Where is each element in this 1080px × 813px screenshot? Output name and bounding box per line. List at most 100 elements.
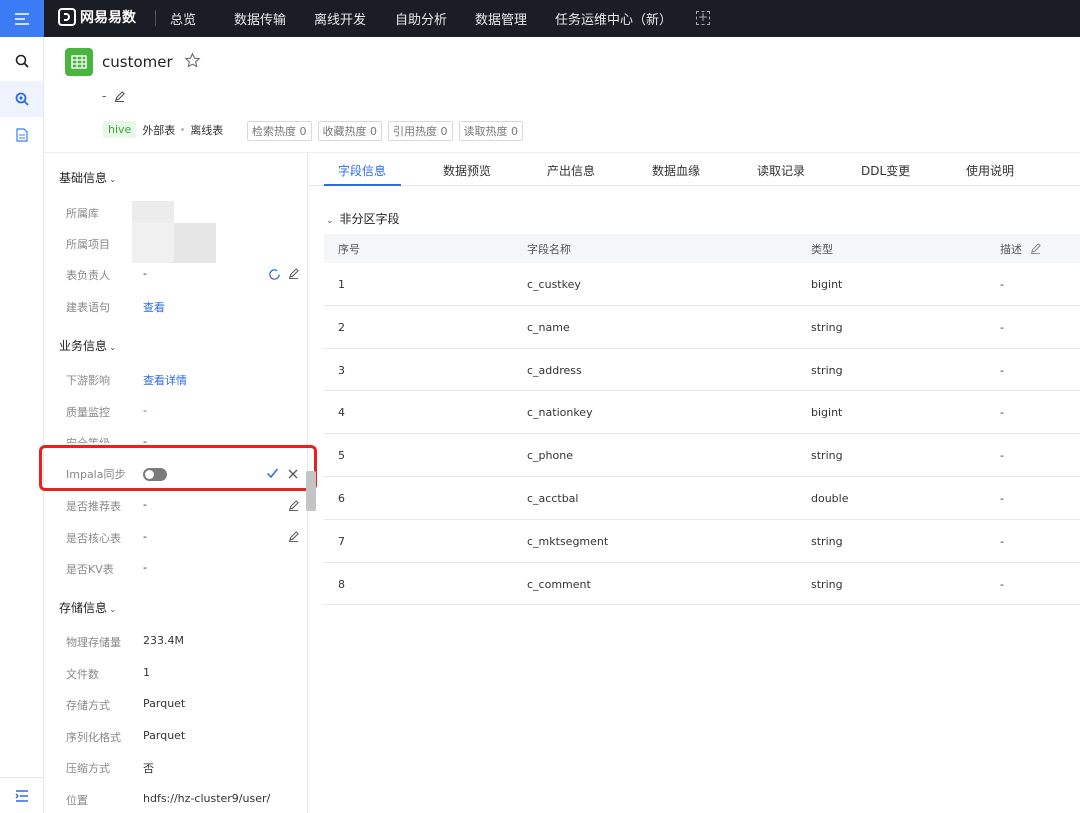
table-row[interactable]: 4 c_nationkey bigint -: [324, 391, 1080, 435]
nav-divider: [155, 10, 156, 26]
add-tab-icon[interactable]: +: [696, 11, 710, 25]
table-description: -: [102, 89, 107, 103]
chevron-down-icon: ⌄: [109, 605, 117, 615]
nav-item-data-transfer[interactable]: 数据传输: [234, 9, 286, 28]
size-label: 物理存储量: [66, 636, 121, 649]
table-row[interactable]: 1 c_custkey bigint -: [324, 263, 1080, 306]
row-desc: -: [1000, 534, 1004, 548]
table-row[interactable]: 8 c_comment string -: [324, 563, 1080, 606]
tab-output-info[interactable]: 产出信息: [547, 162, 595, 179]
row-no: 7: [338, 534, 345, 548]
format-label: 存储方式: [66, 699, 110, 712]
basic-info-title: 基础信息: [59, 171, 108, 185]
row-field-name: c_acctbal: [527, 491, 579, 505]
row-type: string: [811, 363, 843, 377]
highlight-annotation: [39, 445, 317, 491]
size-value: 233.4M: [143, 634, 184, 647]
table-row[interactable]: 6 c_acctbal double -: [324, 477, 1080, 520]
serde-value: Parquet: [143, 729, 186, 742]
row-field-name: c_nationkey: [527, 406, 593, 420]
row-no: 6: [338, 491, 345, 505]
favorite-heat-badge: 收藏热度 0: [317, 121, 382, 141]
menu-icon[interactable]: [0, 0, 44, 37]
row-desc: -: [1000, 491, 1004, 505]
files-label: 文件数: [66, 668, 99, 681]
tab-lineage[interactable]: 数据血缘: [652, 162, 700, 179]
desc-header-label: 描述: [1000, 243, 1022, 256]
edit-core-icon[interactable]: [288, 531, 299, 545]
read-heat-badge: 读取热度 0: [458, 121, 523, 141]
non-partition-group-header[interactable]: ⌄ 非分区字段: [326, 210, 400, 227]
storage-info-header[interactable]: 存储信息 ⌄: [59, 599, 117, 616]
logo[interactable]: 网易易数: [58, 7, 136, 27]
table-tags: hive 外部表 离线表: [103, 121, 223, 138]
quality-value[interactable]: -: [143, 404, 147, 417]
row-type: string: [811, 534, 843, 548]
security-label: 安全等级: [66, 435, 110, 443]
owner-label: 表负责人: [66, 269, 110, 282]
tab-ddl-changes[interactable]: DDL变更: [861, 162, 910, 179]
view-ddl-link[interactable]: 查看: [143, 299, 165, 315]
top-nav: 网易易数 总览 数据传输 离线开发 自助分析 数据管理 任务运维中心（新） +: [0, 0, 1080, 37]
row-desc: -: [1000, 320, 1004, 334]
kv-value: -: [143, 561, 147, 574]
nav-item-self-analysis[interactable]: 自助分析: [395, 9, 447, 28]
row-field-name: c_mktsegment: [527, 534, 609, 548]
edit-recommended-icon[interactable]: [288, 500, 299, 514]
transfer-owner-icon[interactable]: [268, 268, 281, 284]
chevron-down-icon: ⌄: [109, 343, 117, 353]
kv-label: 是否KV表: [66, 563, 114, 576]
tab-read-records[interactable]: 读取记录: [757, 162, 805, 179]
storage-info-title: 存储信息: [59, 601, 108, 615]
table-row[interactable]: 2 c_name string -: [324, 306, 1080, 349]
row-no: 1: [338, 278, 345, 291]
row-desc: -: [1000, 278, 1004, 291]
separator-dot: [181, 128, 185, 131]
row-field-name: c_custkey: [527, 278, 581, 291]
column-header-no: 序号: [338, 243, 360, 256]
row-type: bigint: [811, 278, 843, 291]
favorite-star-icon[interactable]: [184, 52, 201, 72]
business-info-header[interactable]: 业务信息 ⌄: [59, 337, 117, 354]
basic-info-header[interactable]: 基础信息 ⌄: [59, 169, 117, 186]
location-value: hdfs://hz-cluster9/user/: [143, 792, 271, 805]
row-desc: -: [1000, 449, 1004, 463]
edit-desc-icon[interactable]: [1030, 243, 1041, 257]
table-row[interactable]: 3 c_address string -: [324, 349, 1080, 392]
tab-field-info[interactable]: 字段信息: [338, 162, 386, 179]
nav-item-overview[interactable]: 总览: [170, 9, 196, 28]
location-label: 位置: [66, 794, 88, 807]
edit-owner-icon[interactable]: [288, 268, 299, 282]
nav-item-offline-dev[interactable]: 离线开发: [314, 9, 366, 28]
left-rail: [0, 37, 44, 813]
tab-data-preview[interactable]: 数据预览: [443, 162, 491, 179]
collapse-sidebar-icon[interactable]: [0, 777, 43, 813]
rail-search-icon[interactable]: [0, 43, 43, 79]
table-row[interactable]: 5 c_phone string -: [324, 434, 1080, 477]
page-title: customer: [102, 53, 173, 71]
row-desc: -: [1000, 406, 1004, 420]
row-no: 3: [338, 363, 345, 377]
serde-label: 序列化格式: [66, 731, 121, 744]
row-field-name: c_phone: [527, 449, 573, 463]
rail-document-icon[interactable]: [0, 117, 43, 153]
rail-data-map-icon[interactable]: [0, 81, 43, 117]
nav-item-ops-center[interactable]: 任务运维中心（新）: [555, 9, 672, 28]
panel-scrollbar[interactable]: [306, 471, 316, 511]
row-no: 5: [338, 449, 345, 463]
business-info-title: 业务信息: [59, 339, 108, 353]
info-panel: 基础信息 ⌄ 所属库 所属项目 表负责人 - 建表语句 查看 业务信息 ⌄ 下游影响…: [39, 152, 317, 813]
format-value: Parquet: [143, 697, 186, 710]
edit-description-icon[interactable]: [114, 91, 125, 105]
search-heat-badge: 检索热度 0: [247, 121, 312, 141]
downstream-link[interactable]: 查看详情: [143, 372, 187, 388]
fields-table: 序号 字段名称 类型 描述 1 c_custkey bigint - 2 c_name s…: [324, 234, 1080, 606]
nav-item-data-management[interactable]: 数据管理: [475, 9, 527, 28]
row-no: 4: [338, 406, 345, 420]
table-row[interactable]: 7 c_mktsegment string -: [324, 520, 1080, 563]
ddl-label: 建表语句: [66, 301, 110, 314]
row-field-name: c_address: [527, 363, 582, 377]
row-field-name: c_comment: [527, 577, 591, 591]
tab-usage-notes[interactable]: 使用说明: [966, 162, 1014, 179]
recommended-value: -: [143, 498, 147, 511]
